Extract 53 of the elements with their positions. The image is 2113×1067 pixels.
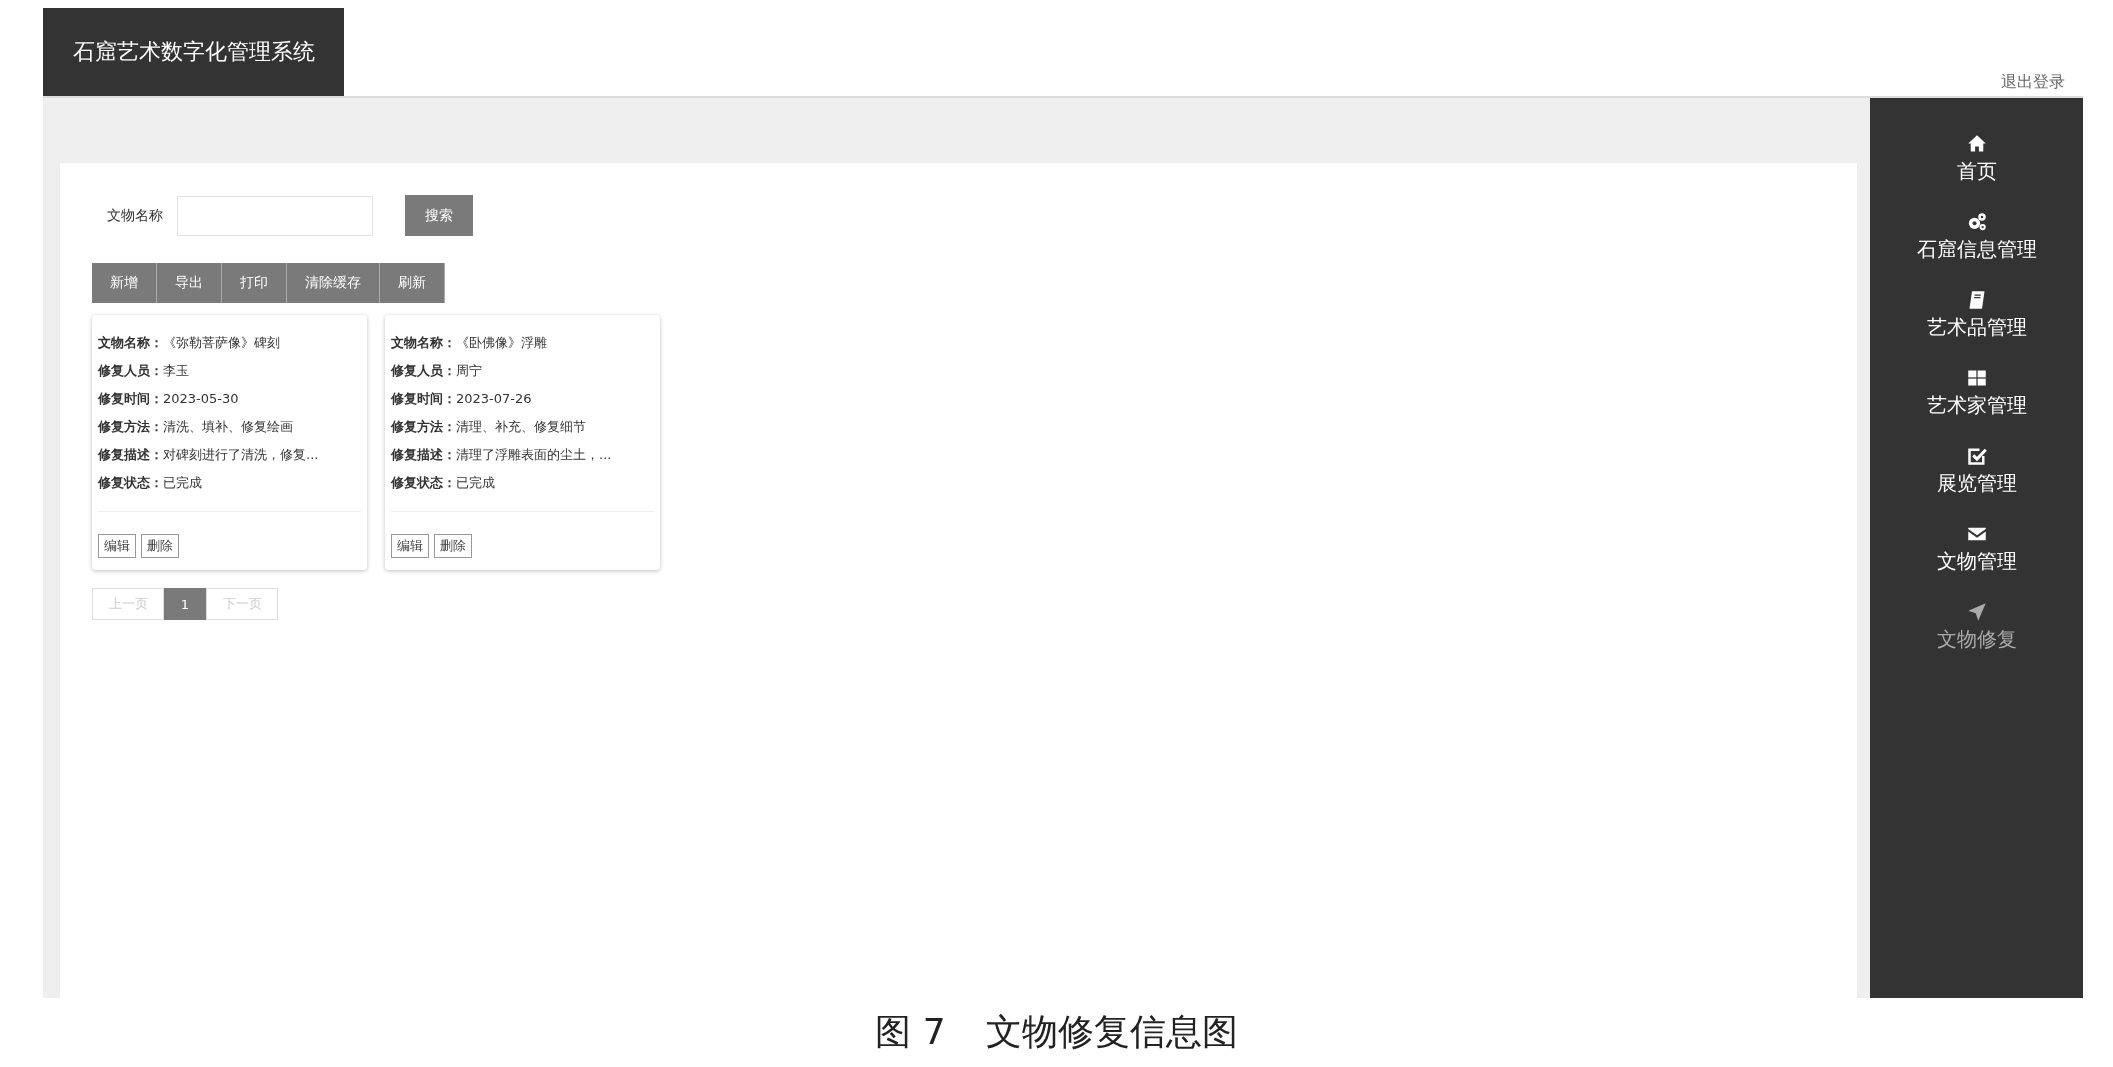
- paper-plane-icon: [1966, 602, 1987, 622]
- grid-icon: [1966, 368, 1987, 388]
- gears-icon: [1966, 212, 1987, 232]
- page-button[interactable]: 1: [164, 588, 206, 620]
- field-label: 修复时间：: [98, 391, 163, 406]
- field-label: 文物名称：: [98, 335, 163, 350]
- field-value: 清理了浮雕表面的尘土，...: [456, 447, 612, 462]
- sidebar-item[interactable]: 艺术品管理: [1926, 290, 2027, 341]
- field-value: 周宁: [456, 363, 482, 378]
- sidebar-item[interactable]: 展览管理: [1936, 446, 2017, 497]
- field-label: 修复描述：: [391, 447, 456, 462]
- sidebar-item[interactable]: 文物管理: [1936, 524, 2017, 575]
- field-value: 《卧佛像》浮雕: [456, 335, 547, 350]
- toolbar-button[interactable]: 刷新: [380, 263, 445, 303]
- figure-number: 图 7: [875, 1010, 946, 1054]
- field-value: 已完成: [163, 475, 202, 490]
- field-value: 2023-07-26: [456, 391, 532, 406]
- toolbar-button[interactable]: 清除缓存: [287, 263, 380, 303]
- card-action-button[interactable]: 删除: [434, 534, 472, 558]
- field-value: 对碑刻进行了清洗，修复...: [163, 447, 319, 462]
- sidebar-item[interactable]: 文物修复: [1936, 602, 2017, 653]
- search-label: 文物名称: [107, 206, 163, 225]
- field-label: 修复人员：: [391, 363, 456, 378]
- sidebar-item[interactable]: 艺术家管理: [1926, 368, 2027, 419]
- field-label: 文物名称：: [391, 335, 456, 350]
- field-label: 修复状态：: [98, 475, 163, 490]
- sidebar-item[interactable]: 石窟信息管理: [1916, 212, 2037, 263]
- logout-link[interactable]: 退出登录: [2001, 72, 2065, 93]
- card-action-button[interactable]: 删除: [141, 534, 179, 558]
- field-label: 修复状态：: [391, 475, 456, 490]
- field-value: 《弥勒菩萨像》碑刻: [163, 335, 280, 350]
- figure-caption: 文物修复信息图: [985, 1010, 1238, 1054]
- field-value: 清洗、填补、修复绘画: [163, 419, 293, 434]
- field-label: 修复描述：: [98, 447, 163, 462]
- toolbar-button[interactable]: 打印: [222, 263, 287, 303]
- checkbox-icon: [1966, 446, 1987, 466]
- sidebar-item[interactable]: 首页: [1956, 134, 1997, 185]
- field-label: 修复时间：: [391, 391, 456, 406]
- card-action-button[interactable]: 编辑: [98, 534, 136, 558]
- field-value: 清理、补充、修复细节: [456, 419, 586, 434]
- field-value: 李玉: [163, 363, 189, 378]
- field-label: 修复方法：: [391, 419, 456, 434]
- search-button[interactable]: 搜索: [405, 195, 473, 236]
- toolbar-button[interactable]: 新增: [92, 263, 157, 303]
- field-value: 2023-05-30: [163, 391, 239, 406]
- home-icon: [1966, 134, 1987, 154]
- field-label: 修复人员：: [98, 363, 163, 378]
- field-label: 修复方法：: [98, 419, 163, 434]
- field-value: 已完成: [456, 475, 495, 490]
- toolbar-button[interactable]: 导出: [157, 263, 222, 303]
- search-field[interactable]: [177, 195, 373, 236]
- app-title: 石窟艺术数字化管理系统: [43, 8, 344, 96]
- card-action-button[interactable]: 编辑: [391, 534, 429, 558]
